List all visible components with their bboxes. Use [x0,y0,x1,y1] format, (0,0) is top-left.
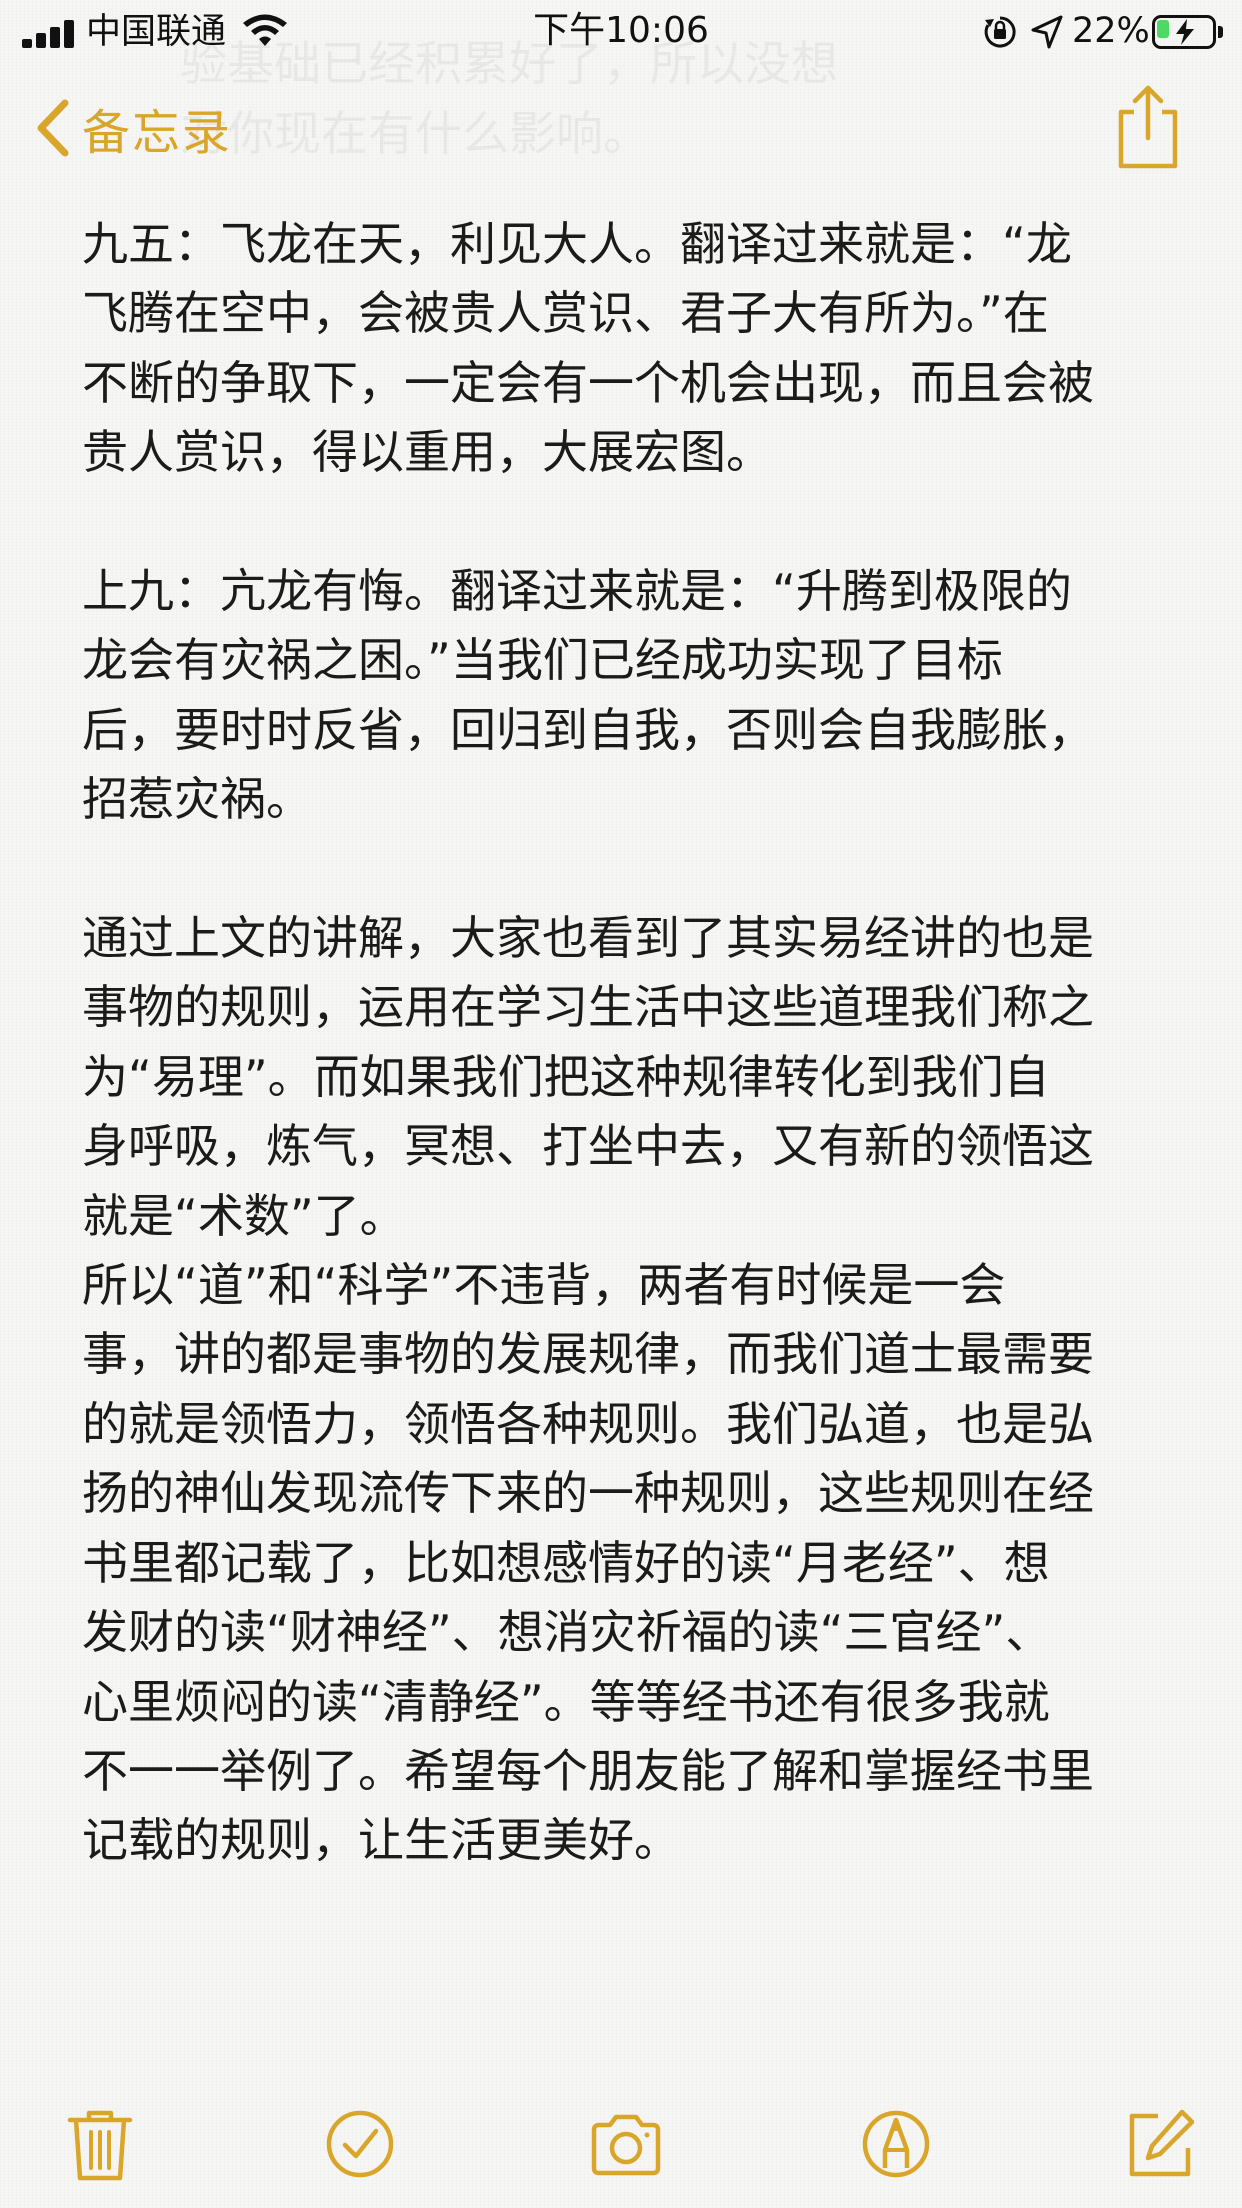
note-line: 事物的规则，运用在学习生活中这些道理我们称之 [82,980,1094,1035]
charging-bolt-icon [1176,19,1194,45]
note-line: 身呼吸，炼气，冥想、打坐中去，又有新的领悟这 [82,1119,1094,1174]
note-line: 记载的规则，让生活更美好。 [82,1813,680,1868]
share-icon [1118,85,1178,169]
note-line: 扬的神仙发现流传下来的一种规则，这些规则在经 [82,1466,1094,1521]
note-paragraph-1: 九五：飞龙在天，利见大人。翻译过来就是：“龙 飞腾在空中，会被贵人赏识、君子大有… [82,210,1172,488]
compose-button[interactable] [1122,2106,1198,2182]
status-bar: 中国联通 下午10:06 22% [0,0,1242,64]
location-arrow-icon [1031,15,1063,49]
battery-icon [1152,15,1226,49]
note-paragraph-3: 通过上文的讲解，大家也看到了其实易经讲的也是 事物的规则，运用在学习生活中这些道… [82,904,1172,1876]
note-line: 九五：飞龙在天，利见大人。翻译过来就是：“龙 [82,217,1072,271]
markup-button[interactable] [858,2106,934,2182]
battery-percentage: 22% [1072,11,1150,51]
note-line: 通过上文的讲解，大家也看到了其实易经讲的也是 [82,911,1094,966]
bottom-toolbar [0,2090,1242,2194]
battery-level-fill [1157,20,1169,38]
navigation-bar: 备忘录 [0,72,1242,182]
note-line: 贵人赏识，得以重用，大展宏图。 [82,425,772,480]
note-paragraph-2: 上九：亢龙有悔。翻译过来就是：“升腾到极限的 龙会有灾祸之困。”当我们已经成功实… [82,557,1172,835]
note-line: 发财的读“财神经”、想消灾祈福的读“三官经”、 [82,1605,1052,1660]
back-label: 备忘录 [82,105,233,161]
note-line: 事，讲的都是事物的发展规律，而我们道士最需要 [82,1327,1094,1382]
note-line: 所以“道”和“科学”不违背，两者有时候是一会 [82,1258,1006,1313]
camera-button[interactable] [588,2106,664,2182]
note-line: 的就是领悟力，领悟各种规则。我们弘道，也是弘 [82,1396,1094,1451]
battery-cap [1218,26,1223,38]
markup-pen-icon [862,2110,930,2178]
note-line: 书里都记载了，比如想感情好的读“月老经”、想 [82,1535,1050,1590]
note-line: 飞腾在空中，会被贵人赏识、君子大有所为。”在 [82,286,1049,341]
note-line: 龙会有灾祸之困。”当我们已经成功实现了目标 [82,633,1003,688]
share-button[interactable] [1112,82,1184,172]
checklist-icon [326,2110,394,2178]
note-line: 后，要时时反省，回归到自我，否则会自我膨胀， [82,702,1094,757]
note-line: 为“易理”。而如果我们把这种规律转化到我们自 [82,1049,1050,1104]
note-line: 不断的争取下，一定会有一个机会出现，而且会被 [82,355,1094,410]
note-text-area[interactable]: 九五：飞龙在天，利见大人。翻译过来就是：“龙 飞腾在空中，会被贵人赏识、君子大有… [82,210,1172,1876]
note-line: 招惹灾祸。 [82,772,312,827]
compose-icon [1129,2109,1195,2177]
delete-button[interactable] [62,2106,138,2182]
note-line: 心里烦闷的读“清静经”。等等经书还有很多我就 [82,1674,1050,1729]
orientation-lock-icon [984,16,1016,48]
note-line: 上九：亢龙有悔。翻译过来就是：“升腾到极限的 [82,564,1072,619]
note-line: 不一一举例了。希望每个朋友能了解和掌握经书里 [82,1743,1094,1798]
chevron-left-icon [37,99,69,157]
back-button[interactable]: 备忘录 [32,90,232,166]
note-line: 就是“术数”了。 [82,1188,406,1243]
camera-icon [591,2114,661,2176]
checklist-button[interactable] [322,2106,398,2182]
trash-icon [67,2110,133,2181]
